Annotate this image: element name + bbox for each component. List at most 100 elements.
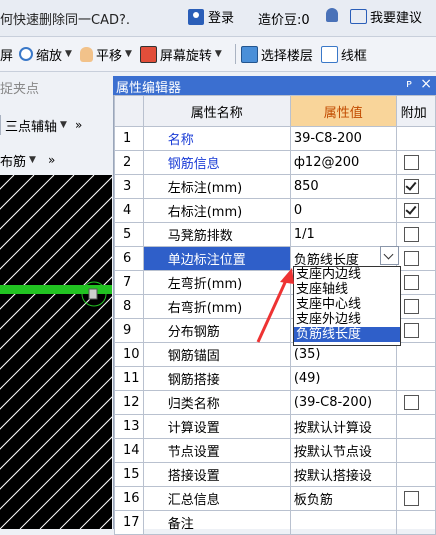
table-row[interactable]: 3 左标注(mm) 850 [114,174,436,199]
rebar-layout-label: 布筋 [0,154,27,170]
toolbar-screen-label: 屏 [0,48,14,64]
extra-checkbox[interactable] [403,323,419,338]
extra-checkbox[interactable] [403,155,419,170]
property-value[interactable]: 按默认节点设 [289,438,397,463]
extra-checkbox[interactable] [403,491,419,506]
property-value[interactable]: 按默认搭接设 [289,462,397,487]
close-icon[interactable]: × [420,76,432,92]
wireframe-button[interactable]: 线框 [320,45,367,64]
extra-cell [395,438,436,463]
extra-checkbox[interactable] [403,179,419,194]
zoom-icon [19,47,34,61]
extra-checkbox[interactable] [403,299,419,314]
table-row[interactable]: 2 钢筋信息 ф12@200 [114,150,436,175]
dropdown-option[interactable]: 负筋线长度 [294,327,400,342]
three-point-dropdown-icon[interactable]: ▼ [60,120,67,130]
property-name: 马凳筋排数 [142,222,291,247]
property-value[interactable]: 0 [289,198,397,223]
property-value[interactable]: (39-C8-200) [289,390,397,415]
property-value[interactable]: 按默认计算设 [289,414,397,439]
extra-cell [395,318,436,343]
help-link[interactable]: 何快速删除同一CAD?. [0,9,130,28]
pan-dropdown-icon[interactable]: ▼ [125,49,132,59]
zoom-button[interactable]: 缩放 ▼ [19,45,72,64]
property-value[interactable]: 850 [289,174,397,199]
zoom-dropdown-icon[interactable]: ▼ [65,49,72,59]
property-value[interactable]: 板负筋 [289,486,397,511]
property-value[interactable]: ф12@200 [289,150,397,175]
pin-icon[interactable]: ᴘ [406,77,412,90]
extra-cell [395,126,436,151]
table-row[interactable]: 14 节点设置 按默认节点设 [114,438,436,463]
table-row[interactable]: 12 归类名称 (39-C8-200) [114,390,436,415]
row-number: 12 [114,390,144,415]
property-value[interactable]: (49) [289,366,397,391]
rebar-layout-button[interactable]: 布筋 ▼ » [0,146,113,174]
extra-cell [395,174,436,199]
property-editor-title-bar: 属性编辑器 ᴘ × [113,76,436,96]
rotate-screen-button[interactable]: 屏幕旋转 ▼ [139,45,222,64]
extra-checkbox[interactable] [403,203,419,218]
row-number: 2 [114,150,144,175]
drawing-canvas[interactable] [0,175,112,529]
dropdown-option[interactable]: 支座外边线 [294,312,400,327]
property-name: 节点设置 [142,438,291,463]
table-row[interactable]: 5 马凳筋排数 1/1 [114,222,436,247]
extra-cell [395,390,436,415]
rotate-screen-icon [139,45,157,63]
three-point-axis-label: 三点辅轴 [5,119,58,135]
extra-cell [395,414,436,439]
row-number: 4 [114,198,144,223]
suggest-button[interactable]: 我要建议 [350,7,422,26]
table-row[interactable]: 4 右标注(mm) 0 [114,198,436,223]
more-chevron-icon-2[interactable]: » [48,153,55,167]
rotate-screen-label: 屏幕旋转 [159,48,212,64]
table-row[interactable]: 1 名称 39-C8-200 [114,126,436,151]
dropdown-toggle-button[interactable] [380,246,399,265]
row-number: 9 [114,318,144,343]
floor-select-button[interactable]: 选择楼层 [240,45,313,64]
zoom-label: 缩放 [36,48,63,64]
rebar-dropdown-icon[interactable]: ▼ [29,155,36,165]
table-row[interactable]: 11 钢筋搭接 (49) [114,366,436,391]
more-chevron-icon[interactable]: » [75,118,82,132]
row-number: 15 [114,462,144,487]
extra-checkbox[interactable] [403,227,419,242]
suggest-label: 我要建议 [370,11,423,26]
toolbar-screen[interactable]: 屏 [0,45,13,64]
extra-checkbox[interactable] [403,251,419,266]
extra-cell [395,462,436,487]
extra-checkbox[interactable] [403,275,419,290]
login-button[interactable]: 登录 [188,7,234,26]
extra-checkbox[interactable] [403,395,419,410]
pan-button[interactable]: 平移 ▼ [79,45,132,64]
dropdown-option[interactable]: 支座内边线 [294,267,400,282]
property-name: 计算设置 [142,414,291,439]
table-row[interactable]: 13 计算设置 按默认计算设 [114,414,436,439]
three-point-axis-button[interactable]: 三点辅轴 ▼ » [0,110,113,140]
property-name: 搭接设置 [142,462,291,487]
dropdown-option[interactable]: 支座轴线 [294,282,400,297]
table-row[interactable]: 17 备注 [114,510,436,535]
bell-icon[interactable] [326,8,338,22]
pan-hand-icon [79,46,93,62]
table-row[interactable]: 15 搭接设置 按默认搭接设 [114,462,436,487]
table-row[interactable]: 16 汇总信息 板负筋 [114,486,436,511]
toolbar: 屏 缩放 ▼ 平移 ▼ 屏幕旋转 ▼ 选择楼层 线框 [0,37,436,72]
property-value[interactable] [289,510,397,535]
table-header: 属性名称 属性值 附加 [114,95,436,127]
property-value[interactable]: 39-C8-200 [289,126,397,151]
rotate-dropdown-icon[interactable]: ▼ [215,49,222,59]
row-number: 14 [114,438,144,463]
property-value[interactable]: 1/1 [289,222,397,247]
hatch-pattern [0,175,112,529]
row-number: 17 [114,510,144,535]
header-property-value: 属性值 [289,95,397,127]
grip-handle[interactable] [88,288,98,300]
dropdown-option[interactable]: 支座中心线 [294,297,400,312]
property-value[interactable]: (35) [289,342,397,367]
row-number: 7 [114,270,144,295]
row-number: 13 [114,414,144,439]
snap-grip-button[interactable]: 捉夹点 [0,78,110,97]
wireframe-label: 线框 [340,48,367,64]
